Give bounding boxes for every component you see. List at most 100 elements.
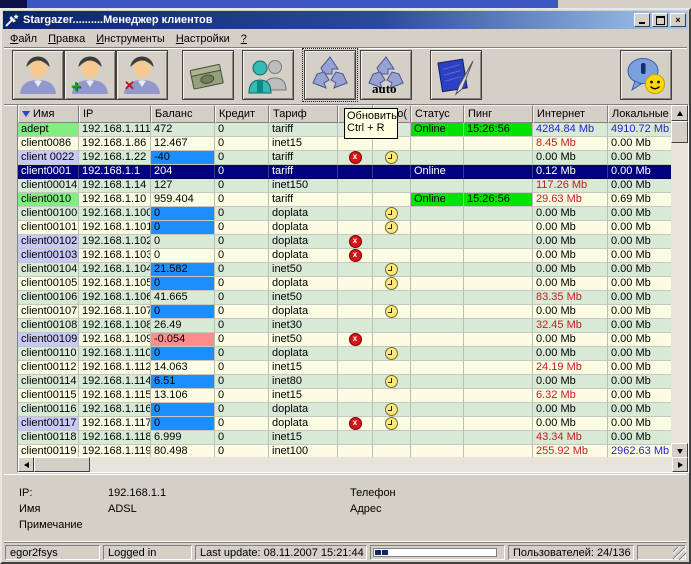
column-header-8[interactable]: Пинг (464, 105, 533, 123)
cell: 192.168.1.102 (79, 235, 151, 249)
menu-item-инструменты[interactable]: Инструменты (96, 33, 165, 45)
log-button[interactable] (430, 50, 482, 100)
cell: 192.168.1.101 (79, 221, 151, 235)
payments-button[interactable] (182, 50, 234, 100)
table-row[interactable]: client00100192.168.1.10000doplata0.00 Mb… (18, 207, 688, 221)
table-row[interactable]: client00101192.168.1.10100doplata0.00 Mb… (18, 221, 688, 235)
two-users-icon (246, 54, 290, 96)
table-row[interactable]: client00117192.168.1.11700doplatax0.00 M… (18, 417, 688, 431)
column-header-0[interactable]: Имя (18, 105, 79, 123)
vertical-scrollbar[interactable] (671, 105, 688, 459)
cell: 192.168.1.22 (79, 151, 151, 165)
menu-item-файл[interactable]: Файл (10, 33, 37, 45)
menu-item-настройки[interactable]: Настройки (176, 33, 230, 45)
cell: inet15 (269, 137, 338, 151)
table-row[interactable]: client0010192.168.1.10959.4040tariffOnli… (18, 193, 688, 207)
table-row[interactable]: client00107192.168.1.10700doplata0.00 Mb… (18, 305, 688, 319)
cell: 959.404 (151, 193, 215, 207)
cell: 192.168.1.115 (79, 389, 151, 403)
close-button[interactable]: × (670, 13, 686, 27)
horizontal-scroll-thumb[interactable] (34, 457, 90, 472)
column-header-3[interactable]: Кредит (215, 105, 269, 123)
scroll-left-button[interactable] (18, 457, 34, 472)
cell: 192.168.1.108 (79, 319, 151, 333)
menu-item-правка[interactable]: Правка (48, 33, 85, 45)
table-row[interactable]: client00102192.168.1.10200doplatax0.00 M… (18, 235, 688, 249)
progress-bar (373, 548, 497, 557)
cell: client00104 (18, 263, 79, 277)
scroll-up-button[interactable] (671, 105, 688, 121)
cell: 0 (151, 207, 215, 221)
cell (373, 179, 411, 193)
cell: 192.168.1.86 (79, 137, 151, 151)
table-row[interactable]: client00109192.168.1.109-0.0540inet50x0.… (18, 333, 688, 347)
delete-user-button[interactable]: ✕ (116, 50, 168, 100)
cell: 0.00 Mb (608, 221, 673, 235)
tooltip-line2: Ctrl + R (347, 122, 395, 134)
user-groups-button[interactable] (242, 50, 294, 100)
table-row[interactable]: client00014192.168.1.141270inet150117.26… (18, 179, 688, 193)
column-header-4[interactable]: Тариф (269, 105, 338, 123)
titlebar[interactable]: Stargazer..........Менеджер клиентов × (3, 11, 688, 29)
cell: Online (411, 123, 464, 137)
cell: Online (411, 165, 464, 179)
cell: 6.32 Mb (533, 389, 608, 403)
cell (464, 375, 533, 389)
cell: client00116 (18, 403, 79, 417)
status-login-state: Logged in (103, 545, 192, 560)
cell (411, 417, 464, 431)
cell (464, 221, 533, 235)
cell (464, 431, 533, 445)
table-row[interactable]: client0001192.168.1.12040tariffOnline0.1… (18, 165, 688, 179)
table-row[interactable]: client00112192.168.1.11214.0630inet1524.… (18, 361, 688, 375)
add-user-button[interactable]: + (64, 50, 116, 100)
cell: 192.168.1.103 (79, 249, 151, 263)
refresh-button[interactable] (304, 50, 356, 100)
table-row[interactable]: client00118192.168.1.1186.9990inet1543.3… (18, 431, 688, 445)
minimize-button[interactable] (634, 13, 650, 27)
cell: 0.00 Mb (608, 333, 673, 347)
horizontal-scrollbar[interactable] (18, 457, 688, 472)
table-row[interactable]: client00105192.168.1.10500doplata0.00 Mb… (18, 277, 688, 291)
table-row[interactable]: client0086192.168.1.8612.4670inet158.45 … (18, 137, 688, 151)
table-row[interactable]: client00115192.168.1.11513.1060inet156.3… (18, 389, 688, 403)
cell (373, 375, 411, 389)
column-header-7[interactable]: Статус (411, 105, 464, 123)
column-header-9[interactable]: Интернет (533, 105, 608, 123)
notebook-pen-icon (434, 54, 478, 96)
auto-refresh-button[interactable]: auto (360, 50, 412, 100)
cell: 0 (215, 249, 269, 263)
column-header-1[interactable]: IP (79, 105, 151, 123)
scroll-right-button[interactable] (672, 457, 688, 472)
refresh-tooltip: Обновить Ctrl + R (344, 108, 398, 139)
table-row[interactable]: client00108192.168.1.10826.490inet3032.4… (18, 319, 688, 333)
cell (464, 305, 533, 319)
cell (373, 431, 411, 445)
column-header-2[interactable]: Баланс (151, 105, 215, 123)
about-button[interactable] (620, 50, 672, 100)
cell: inet15 (269, 361, 338, 375)
column-header-10[interactable]: Локальные р (608, 105, 673, 123)
cell: 0.00 Mb (608, 263, 673, 277)
table-row[interactable]: client00110192.168.1.11000doplata0.00 Mb… (18, 347, 688, 361)
menu-item-?[interactable]: ? (241, 33, 247, 45)
table-row[interactable]: client00106192.168.1.10641.6650inet5083.… (18, 291, 688, 305)
maximize-button[interactable] (652, 13, 668, 27)
cell: 127 (151, 179, 215, 193)
resize-grip[interactable] (673, 547, 686, 560)
table-row[interactable]: client00116192.168.1.11600doplata0.00 Mb… (18, 403, 688, 417)
cell: 472 (151, 123, 215, 137)
screen: { "window": { "title": "Stargazer.......… (0, 0, 691, 564)
detail-name-value: ADSL (108, 503, 137, 515)
table-row[interactable]: client 0022192.168.1.22-400tariffx0.00 M… (18, 151, 688, 165)
table-row[interactable]: client00114192.168.1.1146.510inet800.00 … (18, 375, 688, 389)
user-info-button[interactable] (12, 50, 64, 100)
table-row[interactable]: client00104192.168.1.10421.5820inet500.0… (18, 263, 688, 277)
cell: client00112 (18, 361, 79, 375)
table-row[interactable]: client00103192.168.1.10300doplatax0.00 M… (18, 249, 688, 263)
cell: 192.168.1.107 (79, 305, 151, 319)
cell: Online (411, 193, 464, 207)
cell: 0.00 Mb (533, 277, 608, 291)
vertical-scroll-thumb[interactable] (671, 121, 688, 143)
cell (464, 291, 533, 305)
